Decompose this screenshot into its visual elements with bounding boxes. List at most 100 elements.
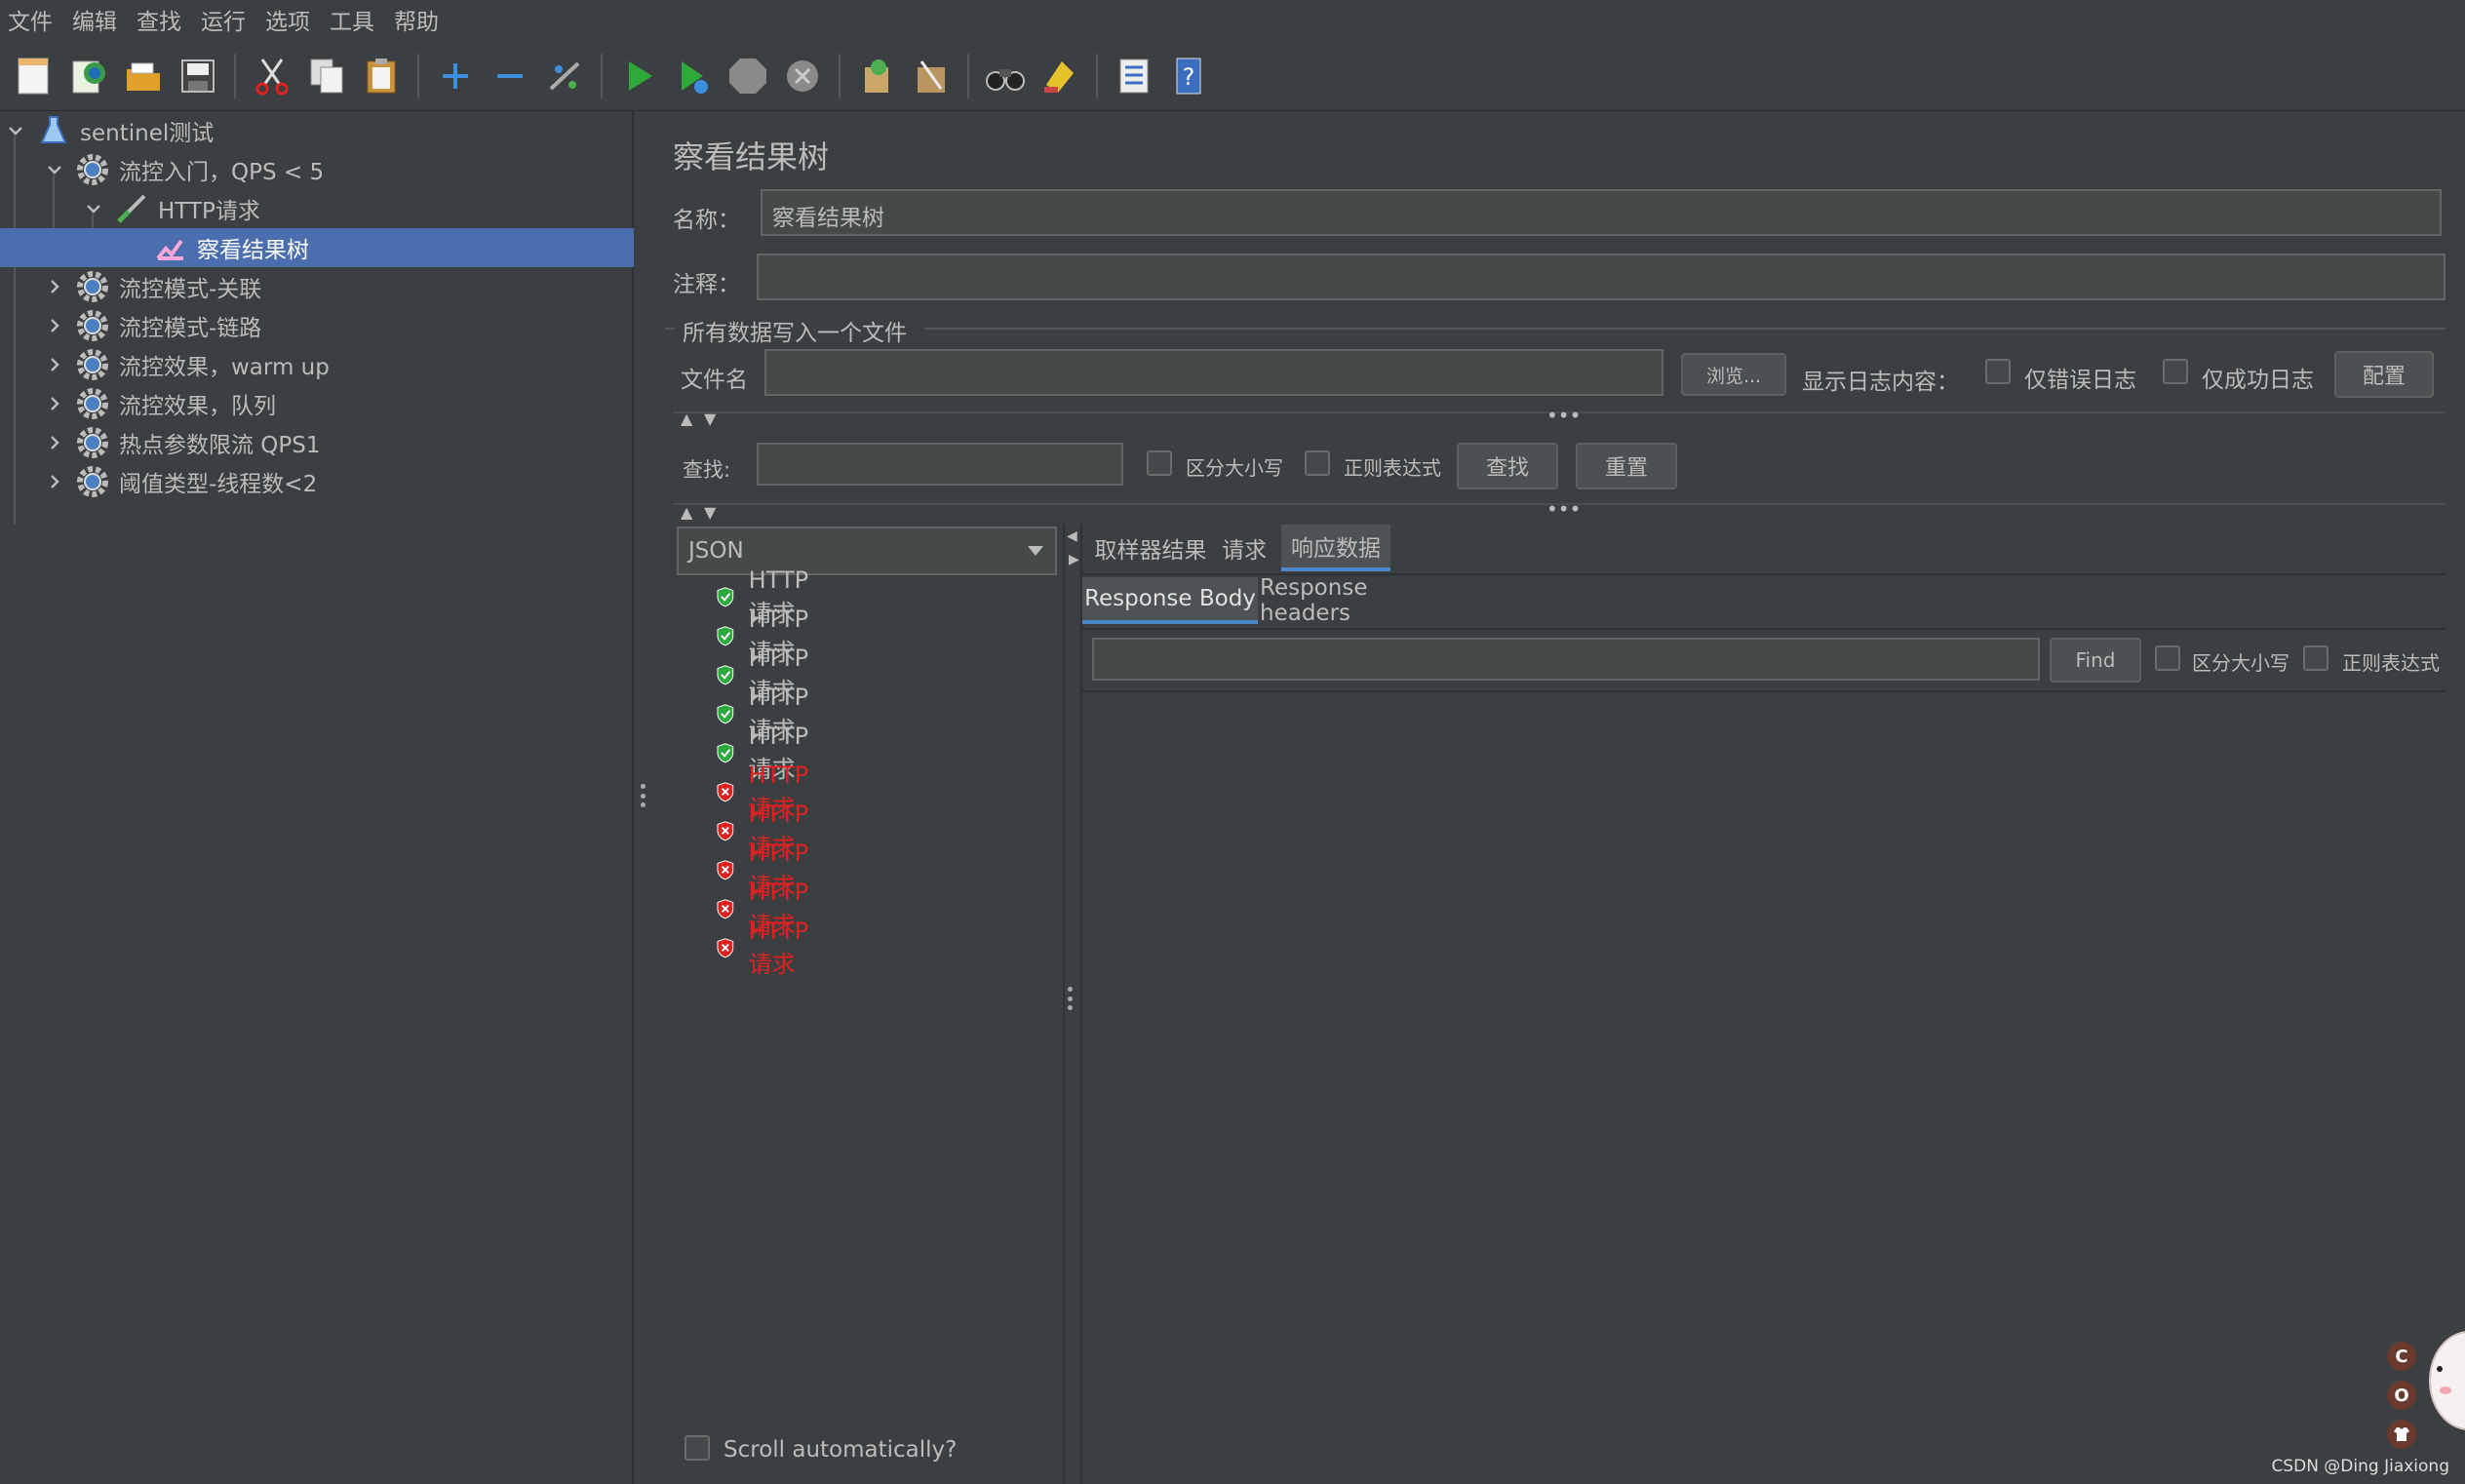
menu-edit[interactable]: 编辑 xyxy=(72,3,117,36)
chevron-right-icon[interactable] xyxy=(43,353,66,376)
reset-button[interactable]: 重置 xyxy=(1576,443,1677,489)
list-detail-divider xyxy=(1063,525,1065,1484)
shutdown-icon[interactable] xyxy=(780,54,825,98)
main-splitter-handle[interactable] xyxy=(640,784,646,807)
svg-text:?: ? xyxy=(1183,63,1195,91)
collapse-down-icon[interactable]: ▼ xyxy=(704,503,716,522)
save-icon[interactable] xyxy=(176,54,220,98)
splitter-dots-icon[interactable]: ••• xyxy=(1546,497,1581,521)
response-find-button[interactable]: Find xyxy=(2050,638,2141,683)
response-body-area[interactable] xyxy=(1084,694,2445,1484)
paste-icon[interactable] xyxy=(359,54,404,98)
toggle-icon[interactable] xyxy=(542,54,587,98)
tree-item-thread-group[interactable]: 流控效果，队列 xyxy=(0,384,634,423)
response-case-sensitive-checkbox[interactable] xyxy=(2155,645,2180,671)
error-shield-icon xyxy=(717,782,734,802)
chevron-right-icon[interactable] xyxy=(43,392,66,415)
collapse-right-icon[interactable]: ▶ xyxy=(1069,552,1079,567)
filename-field[interactable] xyxy=(764,349,1663,396)
start-icon[interactable] xyxy=(616,54,661,98)
tab-response-headers[interactable]: Response headers xyxy=(1260,575,1455,626)
test-plan-tree: sentinel测试 流控入门，QPS < 5 HTTP请求 察看结果树 流控模… xyxy=(0,111,634,1484)
tree-item-label: HTTP请求 xyxy=(158,199,260,224)
tree-item-test-plan[interactable]: sentinel测试 xyxy=(0,111,634,150)
success-shield-icon xyxy=(717,626,734,646)
subtab-bar-border xyxy=(1082,628,2445,630)
find-bar-border xyxy=(1082,690,2445,692)
chevron-right-icon[interactable] xyxy=(43,275,66,298)
toolbar-separator xyxy=(1096,53,1098,98)
menu-tools[interactable]: 工具 xyxy=(330,3,374,36)
success-only-label: 仅成功日志 xyxy=(2202,368,2314,393)
errors-only-checkbox[interactable] xyxy=(1985,359,2011,384)
collapse-left-icon[interactable]: ◀ xyxy=(1067,528,1077,544)
menu-options[interactable]: 选项 xyxy=(265,3,310,36)
thread-group-icon xyxy=(76,348,109,381)
menu-search[interactable]: 查找 xyxy=(137,3,181,36)
tree-item-sampler[interactable]: HTTP请求 xyxy=(0,189,634,228)
configure-button[interactable]: 配置 xyxy=(2334,351,2434,398)
chevron-right-icon[interactable] xyxy=(43,470,66,493)
tree-item-thread-group[interactable]: 热点参数限流 QPS1 xyxy=(0,423,634,462)
stop-icon[interactable] xyxy=(725,54,770,98)
templates-icon[interactable] xyxy=(66,54,111,98)
copy-icon[interactable] xyxy=(304,54,349,98)
open-icon[interactable] xyxy=(121,54,166,98)
csdn-c-badge[interactable]: C xyxy=(2387,1342,2416,1371)
list-detail-splitter-handle[interactable] xyxy=(1067,987,1073,1010)
regex-checkbox[interactable] xyxy=(1305,450,1330,476)
renderer-select[interactable]: JSON xyxy=(677,527,1057,575)
tab-request[interactable]: 请求 xyxy=(1215,525,1273,571)
tree-item-thread-group[interactable]: 流控模式-关联 xyxy=(0,267,634,306)
clear-icon[interactable] xyxy=(854,54,899,98)
chevron-right-icon[interactable] xyxy=(43,431,66,454)
collapse-up-icon[interactable]: ▲ xyxy=(681,410,692,428)
search-input[interactable] xyxy=(757,443,1123,486)
tree-item-listener[interactable]: 察看结果树 xyxy=(0,228,634,267)
collapse-icon[interactable] xyxy=(488,54,532,98)
menu-help[interactable]: 帮助 xyxy=(394,3,439,36)
tab-response-data[interactable]: 响应数据 xyxy=(1281,525,1390,571)
menu-file[interactable]: 文件 xyxy=(8,3,53,36)
tab-response-body[interactable]: Response Body xyxy=(1082,577,1258,624)
name-field[interactable]: 察看结果树 xyxy=(761,189,2442,236)
case-sensitive-checkbox[interactable] xyxy=(1147,450,1172,476)
comment-field[interactable] xyxy=(757,254,2445,300)
menu-run[interactable]: 运行 xyxy=(201,3,246,36)
splitter-dots-icon[interactable]: ••• xyxy=(1546,404,1581,427)
toolbar-separator xyxy=(417,53,419,98)
response-find-input[interactable] xyxy=(1092,638,2040,681)
chevron-down-icon[interactable] xyxy=(82,197,105,220)
result-item-error[interactable]: HTTP请求 xyxy=(716,918,818,978)
csdn-o-badge[interactable]: O xyxy=(2387,1381,2416,1410)
help-icon[interactable]: ? xyxy=(1166,54,1211,98)
regex-label: 正则表达式 xyxy=(1344,456,1441,480)
collapse-down-icon[interactable]: ▼ xyxy=(704,410,716,428)
expand-icon[interactable] xyxy=(433,54,478,98)
browse-button[interactable]: 浏览... xyxy=(1681,353,1786,396)
tree-item-thread-group[interactable]: 流控效果，warm up xyxy=(0,345,634,384)
function-helper-icon[interactable] xyxy=(1112,54,1156,98)
chevron-down-icon[interactable] xyxy=(43,158,66,181)
start-no-pause-icon[interactable] xyxy=(671,54,716,98)
chevron-right-icon[interactable] xyxy=(43,314,66,337)
chevron-down-icon[interactable] xyxy=(4,119,27,142)
success-shield-icon xyxy=(717,587,734,607)
csdn-shirt-badge[interactable] xyxy=(2387,1420,2416,1449)
new-icon[interactable] xyxy=(12,54,57,98)
search-icon[interactable] xyxy=(983,54,1028,98)
tree-item-thread-group[interactable]: 流控模式-链路 xyxy=(0,306,634,345)
response-regex-checkbox[interactable] xyxy=(2303,645,2328,671)
success-only-checkbox[interactable] xyxy=(2163,359,2188,384)
success-shield-icon xyxy=(717,743,734,763)
reset-search-icon[interactable] xyxy=(1037,54,1082,98)
tab-sampler-result[interactable]: 取样器结果 xyxy=(1088,525,1213,571)
collapse-up-icon[interactable]: ▲ xyxy=(681,503,692,522)
cut-icon[interactable] xyxy=(250,54,294,98)
tree-item-thread-group[interactable]: 流控入门，QPS < 5 xyxy=(0,150,634,189)
find-button[interactable]: 查找 xyxy=(1457,443,1558,489)
name-label: 名称： xyxy=(673,208,740,233)
scroll-automatically-checkbox[interactable] xyxy=(685,1435,710,1461)
clear-all-icon[interactable] xyxy=(909,54,954,98)
tree-item-thread-group[interactable]: 阈值类型-线程数<2 xyxy=(0,462,634,501)
